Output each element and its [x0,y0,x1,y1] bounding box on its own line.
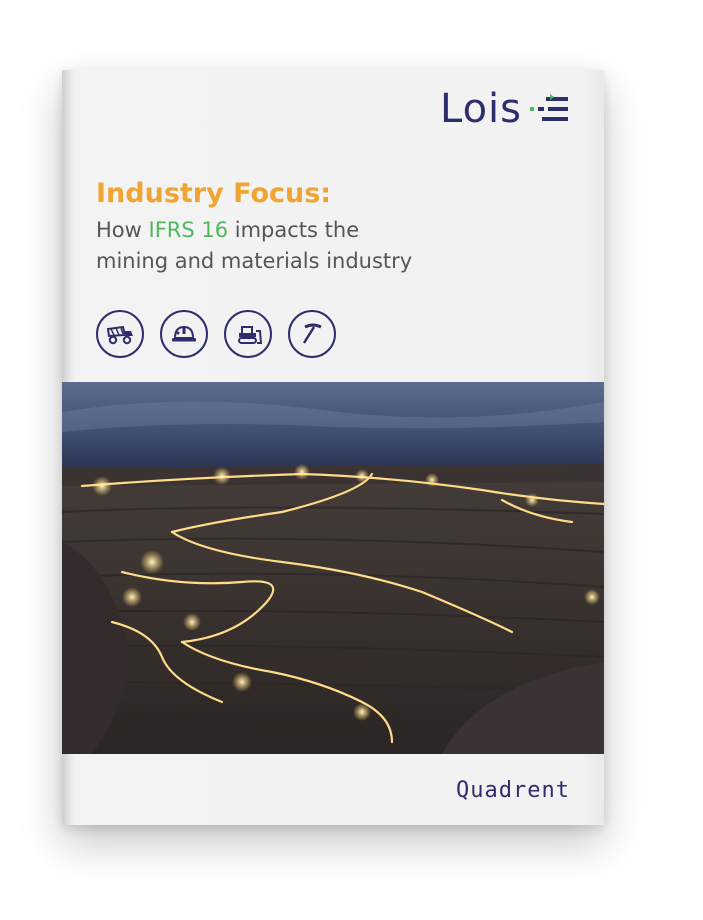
subtitle-post: impacts the [228,218,360,242]
industry-icons [96,310,336,358]
lois-logo: Lois [440,86,570,132]
subtitle-accent: IFRS 16 [148,218,229,242]
bulldozer-icon [224,310,272,358]
logo-lines-icon [530,94,568,121]
cover-title: Industry Focus: [96,178,332,209]
page: Lois Industry Focus: How IFRS 16 impacts… [0,0,703,920]
quadrent-logo: Quadrent [456,778,570,803]
subtitle-line2: mining and materials industry [96,249,413,273]
cover-subtitle: How IFRS 16 impacts the mining and mater… [96,215,566,277]
subtitle-pre: How [96,218,149,242]
logo-text: Lois [439,86,522,132]
booklet-cover: Lois Industry Focus: How IFRS 16 impacts… [62,70,604,825]
mining-truck-icon [96,310,144,358]
open-pit-mine-photo [62,382,604,754]
pickaxe-icon [288,310,336,358]
headline: Industry Focus: How IFRS 16 impacts the … [96,178,566,277]
hard-hat-icon [160,310,208,358]
